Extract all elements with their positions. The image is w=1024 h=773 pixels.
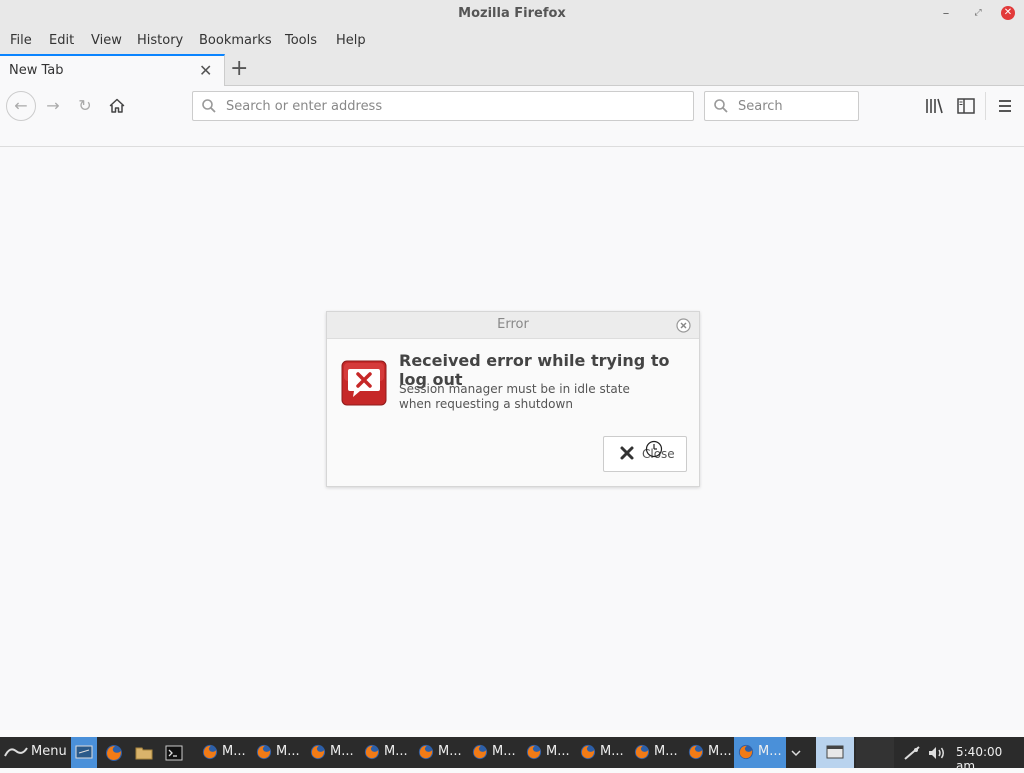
window-titlebar: Mozilla Firefox xyxy=(0,0,1024,27)
launcher-files[interactable] xyxy=(131,737,157,768)
toolbar-separator xyxy=(985,92,986,120)
tab-strip: New Tab ✕ + xyxy=(0,54,1024,86)
url-input[interactable] xyxy=(226,92,686,120)
close-icon xyxy=(620,446,634,460)
firefox-icon xyxy=(580,744,596,760)
menubar: File Edit View History Bookmarks Tools H… xyxy=(0,27,1024,54)
start-menu-button[interactable]: Menu xyxy=(0,737,68,768)
sidebar-icon[interactable] xyxy=(955,95,977,117)
firefox-icon xyxy=(738,744,754,760)
firefox-icon xyxy=(202,744,218,760)
taskbar-window-label: M... xyxy=(600,744,624,759)
taskbar-window-label: M... xyxy=(492,744,516,759)
new-tab-button[interactable]: + xyxy=(230,56,248,81)
taskbar-window-label: M... xyxy=(546,744,570,759)
url-bar[interactable] xyxy=(192,91,694,121)
back-button[interactable]: ← xyxy=(6,91,36,121)
tab-close-icon[interactable]: ✕ xyxy=(199,61,212,80)
taskbar-window-label: M... xyxy=(384,744,408,759)
taskbar-window-5[interactable]: M... xyxy=(414,737,466,768)
taskbar-window-6[interactable]: M... xyxy=(468,737,520,768)
taskbar-window-2[interactable]: M... xyxy=(252,737,304,768)
taskbar-window-label: M... xyxy=(330,744,354,759)
dialog-message-line-2: when requesting a shutdown xyxy=(399,397,573,411)
taskbar-window-11[interactable]: M... xyxy=(734,737,786,768)
error-icon xyxy=(341,360,387,406)
menu-tools[interactable]: Tools xyxy=(285,33,317,48)
terminal-icon xyxy=(165,745,183,761)
menu-file[interactable]: File xyxy=(10,33,32,48)
taskbar-window-label: M... xyxy=(654,744,678,759)
search-bar[interactable] xyxy=(704,91,859,121)
clock[interactable]: 5:40:00 am xyxy=(956,745,1024,773)
launcher-desktop[interactable] xyxy=(71,737,97,768)
taskbar-window-label: M... xyxy=(276,744,300,759)
search-icon xyxy=(202,99,216,113)
volume-icon[interactable] xyxy=(927,745,947,761)
firefox-icon xyxy=(688,744,704,760)
menu-view[interactable]: View xyxy=(91,33,122,48)
menu-help[interactable]: Help xyxy=(336,33,366,48)
close-icon: ✕ xyxy=(1001,5,1015,20)
forward-button[interactable]: → xyxy=(40,93,66,119)
taskbar-window-label: M... xyxy=(438,744,462,759)
menu-history[interactable]: History xyxy=(137,33,183,48)
firefox-icon xyxy=(364,744,380,760)
tab-title: New Tab xyxy=(9,63,64,78)
launcher-terminal[interactable] xyxy=(161,737,187,768)
firefox-icon xyxy=(106,745,122,761)
menu-edit[interactable]: Edit xyxy=(49,33,74,48)
folder-icon xyxy=(135,747,153,760)
firefox-icon xyxy=(310,744,326,760)
window-thumbnail-icon xyxy=(826,745,844,759)
dialog-close-icon[interactable] xyxy=(676,318,691,333)
home-button[interactable] xyxy=(104,93,130,119)
firefox-icon xyxy=(634,744,650,760)
taskbar-window-1[interactable]: M... xyxy=(198,737,250,768)
search-icon xyxy=(714,99,728,113)
mint-menu-icon xyxy=(4,747,28,757)
minimize-button[interactable]: – xyxy=(934,0,958,27)
tab-new-tab[interactable]: New Tab ✕ xyxy=(0,54,225,86)
workspace-switcher-1[interactable] xyxy=(816,737,854,768)
taskbar-window-label: M... xyxy=(708,744,732,759)
window-title: Mozilla Firefox xyxy=(458,6,566,21)
desktop-icon xyxy=(75,745,93,759)
taskbar-window-8[interactable]: M... xyxy=(576,737,628,768)
dialog-message: Session manager must be in idle state wh… xyxy=(399,382,679,412)
taskbar-window-4[interactable]: M... xyxy=(360,737,412,768)
taskbar-window-10[interactable]: M... xyxy=(684,737,736,768)
window-close-button[interactable]: ✕ xyxy=(996,0,1020,27)
launcher-firefox[interactable] xyxy=(101,737,127,768)
navigation-toolbar: ← → ↻ xyxy=(0,86,1024,126)
maximize-button[interactable]: ⤢ xyxy=(966,0,990,27)
workspace-switcher-2[interactable] xyxy=(856,737,894,768)
taskbar: Menu M... M... M... M... M... M... M... … xyxy=(0,737,1024,773)
firefox-icon xyxy=(472,744,488,760)
search-input[interactable] xyxy=(738,92,851,120)
firefox-icon xyxy=(526,744,542,760)
dialog-titlebar: Error xyxy=(327,312,699,339)
taskbar-window-7[interactable]: M... xyxy=(522,737,574,768)
dialog-message-line-1: Session manager must be in idle state xyxy=(399,382,630,396)
busy-cursor-icon xyxy=(645,440,663,458)
taskbar-window-3[interactable]: M... xyxy=(306,737,358,768)
start-menu-label: Menu xyxy=(31,744,67,759)
menu-bookmarks[interactable]: Bookmarks xyxy=(199,33,272,48)
dialog-title: Error xyxy=(497,317,529,332)
error-dialog: Error Received error while trying to log… xyxy=(326,311,700,487)
taskbar-window-9[interactable]: M... xyxy=(630,737,682,768)
hamburger-menu-icon[interactable] xyxy=(994,95,1016,117)
network-icon[interactable] xyxy=(903,745,921,761)
taskbar-window-label: M... xyxy=(222,744,246,759)
home-icon xyxy=(109,98,125,113)
firefox-icon xyxy=(418,744,434,760)
taskbar-window-label: M... xyxy=(758,744,782,759)
firefox-icon xyxy=(256,744,272,760)
chevron-down-icon[interactable] xyxy=(790,748,802,758)
library-icon[interactable] xyxy=(923,95,945,117)
reload-button[interactable]: ↻ xyxy=(72,93,98,119)
